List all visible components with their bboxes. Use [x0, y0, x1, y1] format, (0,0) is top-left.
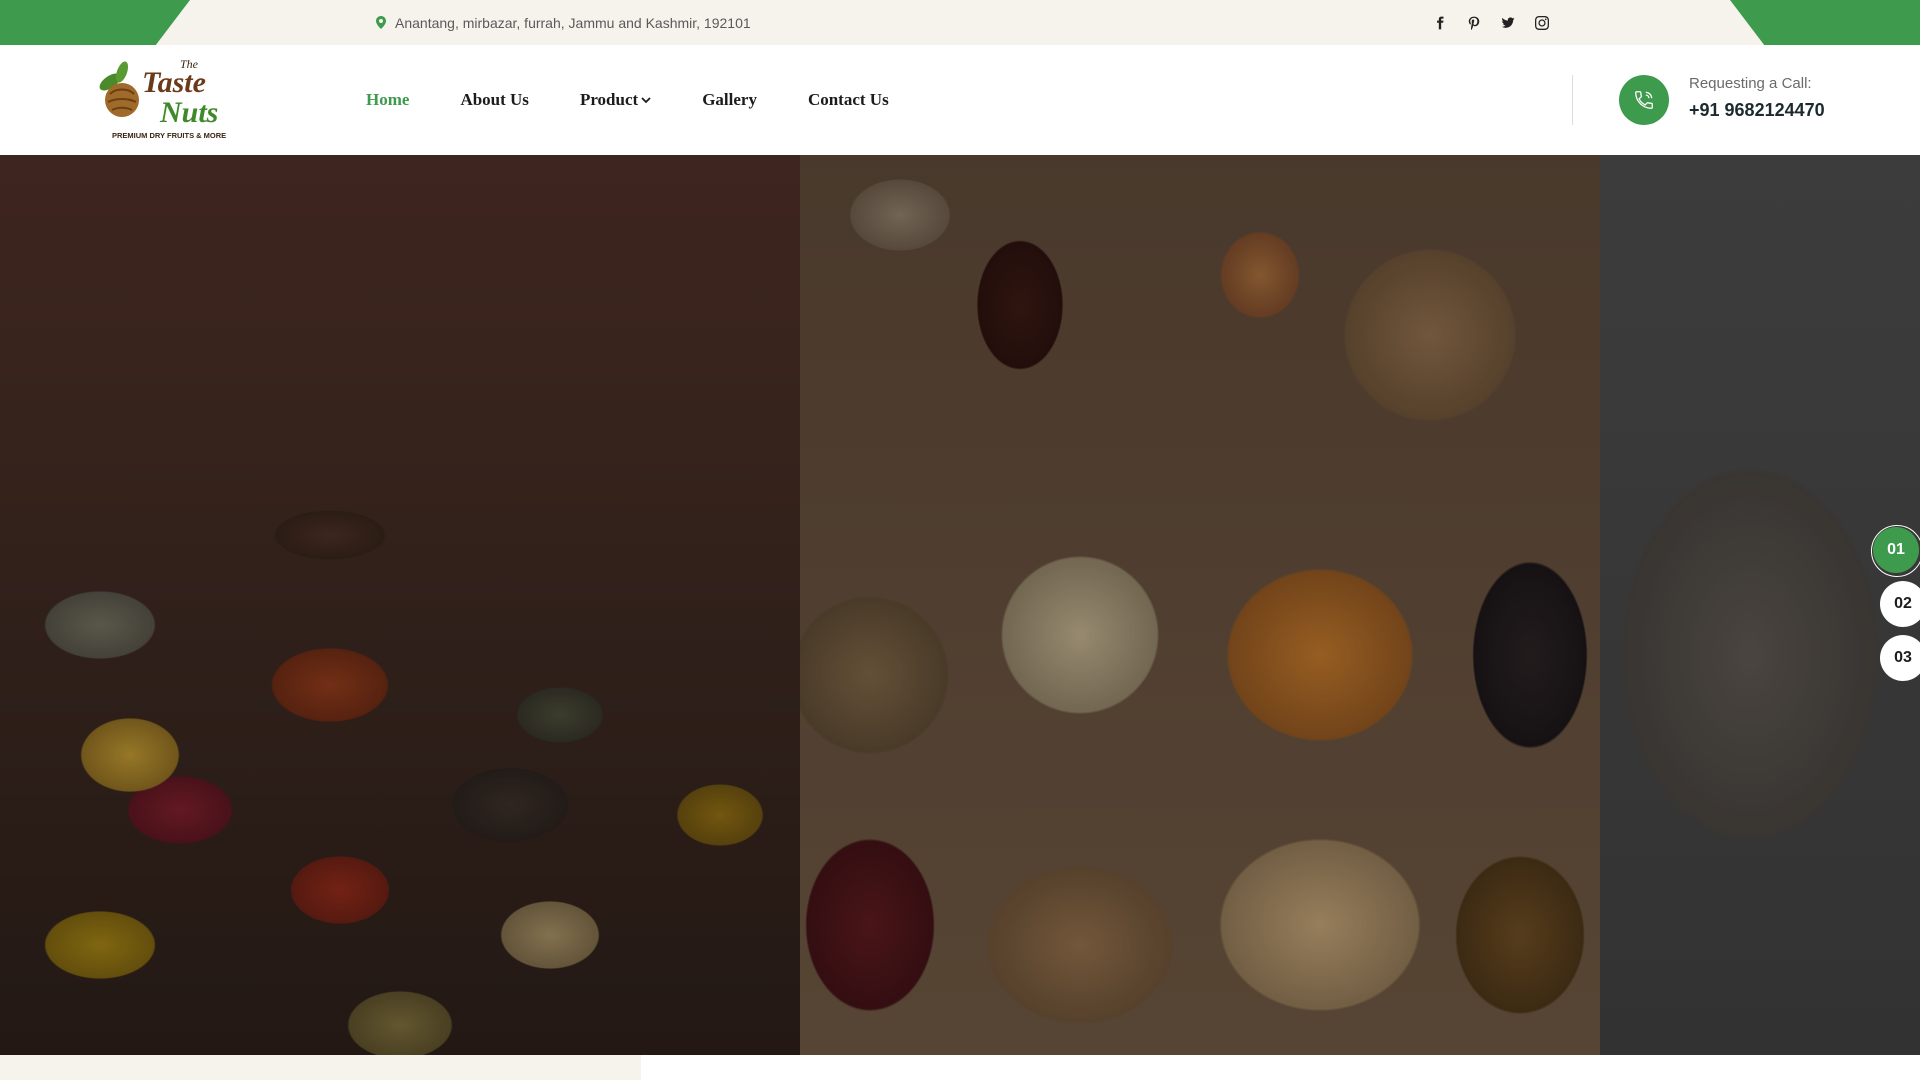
nav-about-us-label: About Us — [460, 90, 529, 109]
top-bar-accent-right — [1730, 0, 1920, 45]
address: Anantang, mirbazar, furrah, Jammu and Ka… — [376, 0, 751, 45]
site-logo[interactable]: The Taste Nuts PREMIUM DRY FRUITS & MORE — [96, 52, 238, 144]
nav-product-label: Product — [579, 90, 639, 109]
logo-graphic: The Taste Nuts PREMIUM DRY FRUITS & MORE — [99, 57, 226, 140]
nav-gallery-label: Gallery — [702, 90, 757, 109]
nav-home-label: Home — [366, 90, 410, 109]
main-nav: Home About Us Product Gallery Contact Us — [366, 45, 889, 155]
instagram-icon[interactable] — [1534, 15, 1550, 31]
nav-contact-us-label: Contact Us — [807, 90, 889, 109]
nav-gallery[interactable]: Gallery — [702, 90, 757, 110]
bottom-strip-left — [0, 1055, 641, 1080]
slider-pagination: 01 02 03 — [1871, 525, 1920, 695]
header-divider — [1572, 75, 1573, 125]
logo-title-line1: Taste — [142, 66, 206, 99]
bottom-strip-right — [641, 1055, 1920, 1080]
nav-about-us[interactable]: About Us — [460, 90, 529, 110]
social-links — [1432, 0, 1550, 45]
twitter-icon[interactable] — [1500, 15, 1516, 31]
call-button[interactable] — [1619, 75, 1669, 125]
top-bar: Anantang, mirbazar, furrah, Jammu and Ka… — [0, 0, 1920, 45]
call-label: Requesting a Call: — [1689, 75, 1812, 92]
hero-overlay — [0, 155, 1920, 1055]
logo-title-line2: Nuts — [159, 96, 218, 129]
address-text: Anantang, mirbazar, furrah, Jammu and Ka… — [395, 14, 751, 31]
logo-tagline: PREMIUM DRY FRUITS & MORE — [112, 131, 226, 140]
chevron-down-icon — [641, 97, 651, 104]
slider-dot-3[interactable]: 03 — [1880, 635, 1920, 681]
phone-icon — [1635, 91, 1653, 109]
hero-slider: 01 02 03 — [0, 155, 1920, 1055]
map-pin-icon — [376, 16, 386, 29]
facebook-icon[interactable] — [1432, 15, 1448, 31]
site-header: The Taste Nuts PREMIUM DRY FRUITS & MORE… — [0, 45, 1920, 155]
nav-product[interactable]: Product — [580, 90, 651, 110]
slider-dot-1[interactable]: 01 — [1873, 527, 1919, 573]
call-number[interactable]: +91 9682124470 — [1689, 100, 1825, 121]
top-bar-accent-left — [0, 0, 190, 45]
pinterest-icon[interactable] — [1466, 15, 1482, 31]
nav-contact-us[interactable]: Contact Us — [808, 90, 889, 110]
nav-home[interactable]: Home — [366, 90, 409, 110]
slider-dot-2[interactable]: 02 — [1880, 581, 1920, 627]
